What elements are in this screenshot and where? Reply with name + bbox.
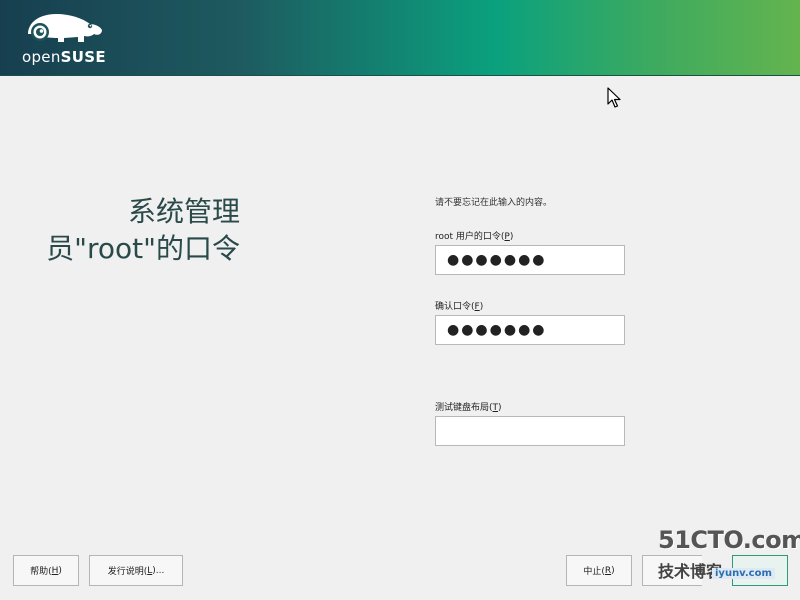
logo-wordmark: openSUSE bbox=[22, 48, 106, 66]
page-title-line2: 员"root"的口令 bbox=[46, 232, 240, 265]
confirm-label-prefix: 确认口令( bbox=[435, 302, 475, 312]
help-button-suffix: ) bbox=[58, 565, 62, 576]
keyboard-label-suffix: ) bbox=[498, 403, 502, 413]
password-label: root 用户的口令(P) bbox=[435, 229, 513, 242]
keyboard-label-prefix: 测试键盘布局( bbox=[435, 403, 493, 413]
hint-text: 请不要忘记在此输入的内容。 bbox=[435, 198, 553, 208]
keyboard-test-field[interactable] bbox=[435, 416, 625, 446]
page-title-line1: 系统管理 bbox=[127, 195, 240, 228]
logo-text-open: open bbox=[22, 48, 61, 66]
mouse-pointer-icon bbox=[607, 87, 621, 113]
watermark: 51CTO.com 技术博客 iyunv.com bbox=[652, 526, 800, 588]
release-notes-button[interactable]: 发行说明(L)... bbox=[89, 555, 183, 586]
help-button[interactable]: 帮助(H) bbox=[13, 555, 79, 586]
installer-window: openSUSE 系统管理 员"root"的口令 请不要忘记在此输入的内容。 r… bbox=[0, 0, 800, 600]
chameleon-icon bbox=[28, 14, 102, 42]
watermark-site: 51CTO.com bbox=[658, 526, 800, 554]
logo-text-suse: SUSE bbox=[60, 48, 106, 66]
help-button-prefix: 帮助( bbox=[30, 567, 52, 577]
abort-button-prefix: 中止( bbox=[583, 567, 605, 577]
opensuse-logo: openSUSE bbox=[22, 12, 112, 68]
release-notes-suffix: )... bbox=[152, 565, 165, 576]
abort-button[interactable]: 中止(R) bbox=[566, 555, 632, 586]
password-label-suffix: ) bbox=[509, 232, 514, 242]
abort-button-suffix: ) bbox=[611, 565, 615, 576]
help-button-key: H bbox=[51, 565, 59, 576]
confirm-label-suffix: ) bbox=[479, 302, 484, 312]
password-label-prefix: root 用户的口令( bbox=[435, 232, 505, 242]
password-field[interactable]: ●●●●●●● bbox=[435, 245, 625, 275]
header-bar: openSUSE bbox=[0, 0, 800, 76]
page-title: 系统管理 员"root"的口令 bbox=[10, 193, 240, 267]
confirm-password-field[interactable]: ●●●●●●● bbox=[435, 315, 625, 345]
release-notes-prefix: 发行说明( bbox=[107, 567, 148, 577]
watermark-url: iyunv.com bbox=[712, 568, 775, 579]
keyboard-test-label: 测试键盘布局(T) bbox=[435, 400, 502, 413]
confirm-password-label: 确认口令(F) bbox=[435, 299, 483, 312]
